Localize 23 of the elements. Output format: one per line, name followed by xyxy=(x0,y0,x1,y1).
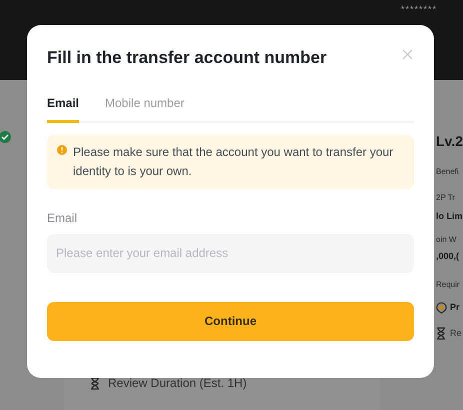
info-icon xyxy=(57,144,67,154)
hourglass-icon xyxy=(90,376,100,390)
info-value: lo Lim xyxy=(436,210,463,223)
info-label: Benefi xyxy=(436,166,460,178)
notice-text: Please make sure that the account you want to transfer your identity to is your own. xyxy=(73,144,394,180)
email-field[interactable]: Please enter your email address xyxy=(47,234,414,272)
info-label: oin W xyxy=(436,234,458,246)
tab[interactable]: Email xyxy=(47,94,80,122)
field-label: Email xyxy=(47,210,78,226)
item-text: Re xyxy=(450,326,462,340)
info-value: ,000,( xyxy=(436,250,460,263)
close-button[interactable] xyxy=(402,49,413,60)
masked-value: ******** xyxy=(400,3,437,16)
continue-button[interactable]: Continue xyxy=(47,302,414,340)
item-text: Pr xyxy=(450,301,460,314)
review-duration: Review Duration (Est. 1H) xyxy=(108,375,247,392)
info-label: Requir xyxy=(436,279,461,291)
hourglass-icon xyxy=(436,326,446,340)
info-label: 2P Tr xyxy=(436,192,456,204)
dialog-title: Fill in the transfer account number xyxy=(47,47,327,69)
level-heading: Lv.2 xyxy=(436,134,463,148)
close-icon xyxy=(402,49,413,60)
badge-icon xyxy=(436,302,447,314)
